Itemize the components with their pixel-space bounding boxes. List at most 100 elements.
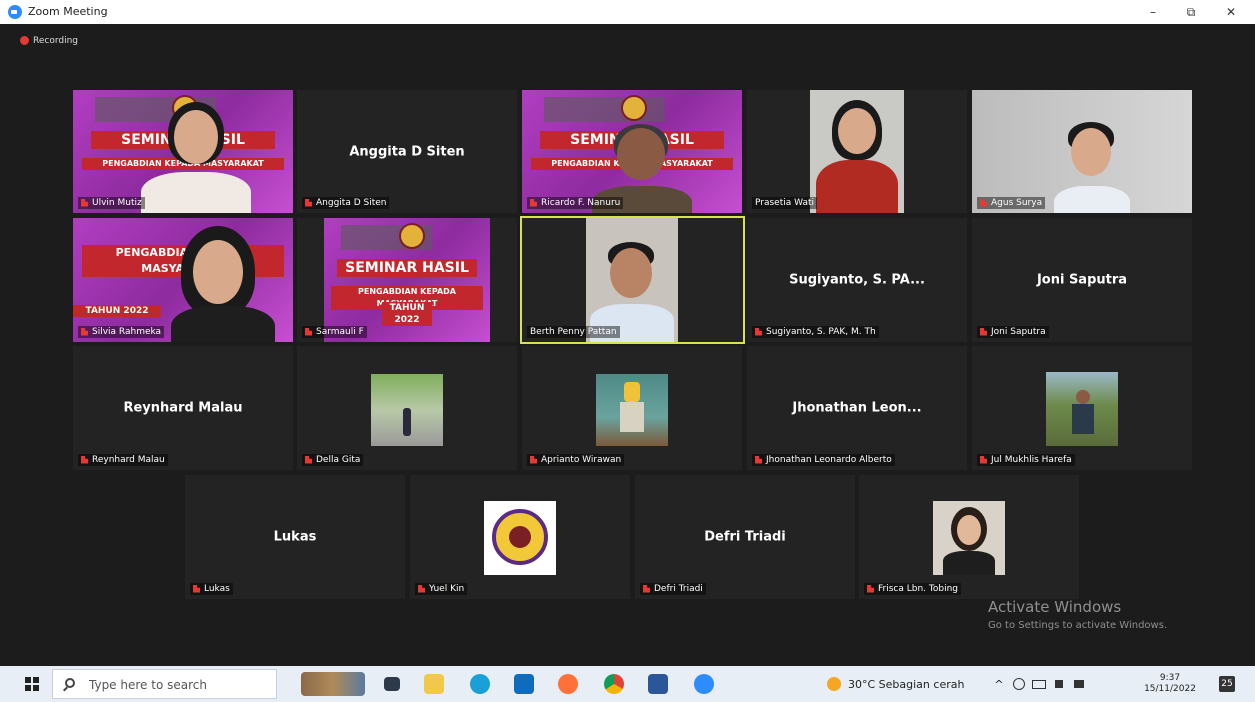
participant-tile[interactable]: Jhonathan Leon... Jhonathan Leonardo Alb… <box>747 346 967 470</box>
firefox-icon <box>558 674 578 694</box>
video-feed: SEMINAR HASIL PENGABDIAN KEPADA MASYARAK… <box>324 218 490 342</box>
seminar-banner: SEMINAR HASIL PENGABDIAN KEPADA MASYARAK… <box>324 218 490 342</box>
word-button[interactable] <box>644 666 672 702</box>
participant-display-name: Anggita D Siten <box>349 144 465 159</box>
zoom-logo-icon <box>8 5 22 19</box>
network-icon[interactable] <box>1010 666 1028 702</box>
participant-tile[interactable]: Della Gita <box>297 346 517 470</box>
participant-tile[interactable]: Yuel Kin <box>410 475 630 599</box>
clock[interactable]: 9:37 15/11/2022 <box>1142 666 1198 702</box>
window-titlebar: Zoom Meeting – ⧉ ✕ <box>0 0 1255 24</box>
chrome-button[interactable] <box>600 666 628 702</box>
participant-tile[interactable]: Sugiyanto, S. PA... Sugiyanto, S. PAK, M… <box>747 218 967 342</box>
watermark-line2: Go to Settings to activate Windows. <box>988 620 1168 631</box>
participant-tile[interactable]: Lukas Lukas <box>185 475 405 599</box>
zoom-taskbar-button[interactable] <box>690 666 718 702</box>
minimize-button[interactable]: – <box>1138 2 1168 22</box>
show-hidden-icons-chevron-icon[interactable]: ^ <box>990 666 1008 702</box>
mic-muted-icon <box>980 327 987 336</box>
participant-display-name: Sugiyanto, S. PA... <box>789 272 925 288</box>
recording-indicator[interactable]: Recording <box>20 36 78 46</box>
participant-tile[interactable]: Reynhard Malau Reynhard Malau <box>73 346 293 470</box>
clock-time: 9:37 <box>1159 673 1181 683</box>
video-feed: SEMINAR HASIL PENGABDIAN KEPADA MASYARAK… <box>73 90 293 213</box>
weather-widget[interactable]: 30°C Sebagian cerah <box>848 666 976 702</box>
chrome-icon <box>604 674 624 694</box>
weather-icon <box>822 666 846 702</box>
participant-tile[interactable]: SEMINAR HASIL PENGABDIAN KEPADA MASYARAK… <box>522 90 742 213</box>
profile-picture <box>933 501 1005 575</box>
participant-name-label: Ulvin Mutiz <box>78 197 145 209</box>
participant-tile[interactable]: Joni Saputra Joni Saputra <box>972 218 1192 342</box>
active-speaker-tile[interactable]: Berth Penny Pattan <box>520 216 745 344</box>
participant-name-label: Sugiyanto, S. PAK, M. Th <box>752 326 879 338</box>
task-view-button[interactable] <box>378 666 406 702</box>
mic-muted-icon <box>81 455 88 464</box>
language-icon[interactable] <box>1070 666 1088 702</box>
mic-muted-icon <box>530 198 537 207</box>
mic-muted-icon <box>81 198 88 207</box>
participant-name-label: Prasetia Wati <box>752 197 817 209</box>
mic-muted-icon <box>530 455 537 464</box>
video-feed <box>586 218 678 342</box>
folder-icon <box>424 674 444 694</box>
activate-windows-watermark: Activate Windows Go to Settings to activ… <box>988 598 1167 631</box>
video-feed: SEMINAR HASIL PENGABDIAN KEPADA MASYARAK… <box>522 90 742 213</box>
notification-center-button[interactable]: 25 <box>1212 666 1242 702</box>
participant-tile[interactable]: Defri Triadi Defri Triadi <box>635 475 855 599</box>
participant-display-name: Defri Triadi <box>704 529 786 545</box>
edge-button[interactable] <box>466 666 494 702</box>
start-button[interactable] <box>18 666 46 702</box>
participant-tile[interactable]: Aprianto Wirawan <box>522 346 742 470</box>
word-icon <box>648 674 668 694</box>
mic-muted-icon <box>418 584 425 593</box>
participant-name-label: Yuel Kin <box>415 583 468 595</box>
close-button[interactable]: ✕ <box>1216 2 1246 22</box>
participant-tile[interactable]: Anggita D Siten Anggita D Siten <box>297 90 517 213</box>
participant-tile[interactable]: Prasetia Wati <box>747 90 967 213</box>
video-feed: PENGABDIAN KEPADA MASYARAKAT TAHUN 2022 <box>73 218 293 342</box>
meeting-stage: Recording SEMINAR HASIL PENGABDIAN KEPAD… <box>0 24 1255 666</box>
battery-icon[interactable] <box>1030 666 1048 702</box>
participant-name-label: Sarmauli F <box>302 326 367 338</box>
participant-tile[interactable]: SEMINAR HASIL PENGABDIAN KEPADA MASYARAK… <box>73 90 293 213</box>
search-highlight-image[interactable] <box>298 666 368 702</box>
participant-tile[interactable]: PENGABDIAN KEPADA MASYARAKAT TAHUN 2022 … <box>73 218 293 342</box>
participant-name-label: Aprianto Wirawan <box>527 454 625 466</box>
mic-muted-icon <box>980 455 987 464</box>
mic-muted-icon <box>305 455 312 464</box>
file-explorer-button[interactable] <box>420 666 448 702</box>
participant-display-name: Lukas <box>273 529 317 545</box>
participant-name-label: Agus Surya <box>977 197 1046 209</box>
participant-name-label: Lukas <box>190 583 233 595</box>
participant-name-label: Della Gita <box>302 454 364 466</box>
mail-icon <box>514 674 534 694</box>
participant-name-label: Reynhard Malau <box>78 454 168 466</box>
banner-year: TAHUN 2022 <box>382 302 432 327</box>
record-dot-icon <box>20 36 29 45</box>
university-seal-icon <box>398 222 425 249</box>
participant-tile[interactable]: Agus Surya <box>972 90 1192 213</box>
windows-logo-icon <box>25 677 39 691</box>
task-view-icon <box>384 677 400 691</box>
participant-name-label: Defri Triadi <box>640 583 706 595</box>
participant-name-label: Frisca Lbn. Tobing <box>864 583 961 595</box>
mic-muted-icon <box>755 455 762 464</box>
participant-tile[interactable]: Jul Mukhlis Harefa <box>972 346 1192 470</box>
taskbar-search-box[interactable]: Type here to search <box>52 669 277 699</box>
participant-name-label: Jul Mukhlis Harefa <box>977 454 1075 466</box>
window-title: Zoom Meeting <box>28 5 108 18</box>
participant-tile[interactable]: Frisca Lbn. Tobing <box>859 475 1079 599</box>
maximize-button[interactable]: ⧉ <box>1176 2 1206 22</box>
profile-picture <box>371 374 443 446</box>
clock-date: 15/11/2022 <box>1144 684 1196 694</box>
mic-muted-icon <box>980 198 987 207</box>
windows-taskbar: Type here to search 30°C Sebagian cerah … <box>0 666 1255 702</box>
participant-tile[interactable]: SEMINAR HASIL PENGABDIAN KEPADA MASYARAK… <box>297 218 517 342</box>
volume-icon[interactable] <box>1050 666 1068 702</box>
university-seal-icon <box>621 94 647 121</box>
mic-muted-icon <box>867 584 874 593</box>
firefox-button[interactable] <box>554 666 582 702</box>
mail-button[interactable] <box>510 666 538 702</box>
mic-muted-icon <box>81 327 88 336</box>
